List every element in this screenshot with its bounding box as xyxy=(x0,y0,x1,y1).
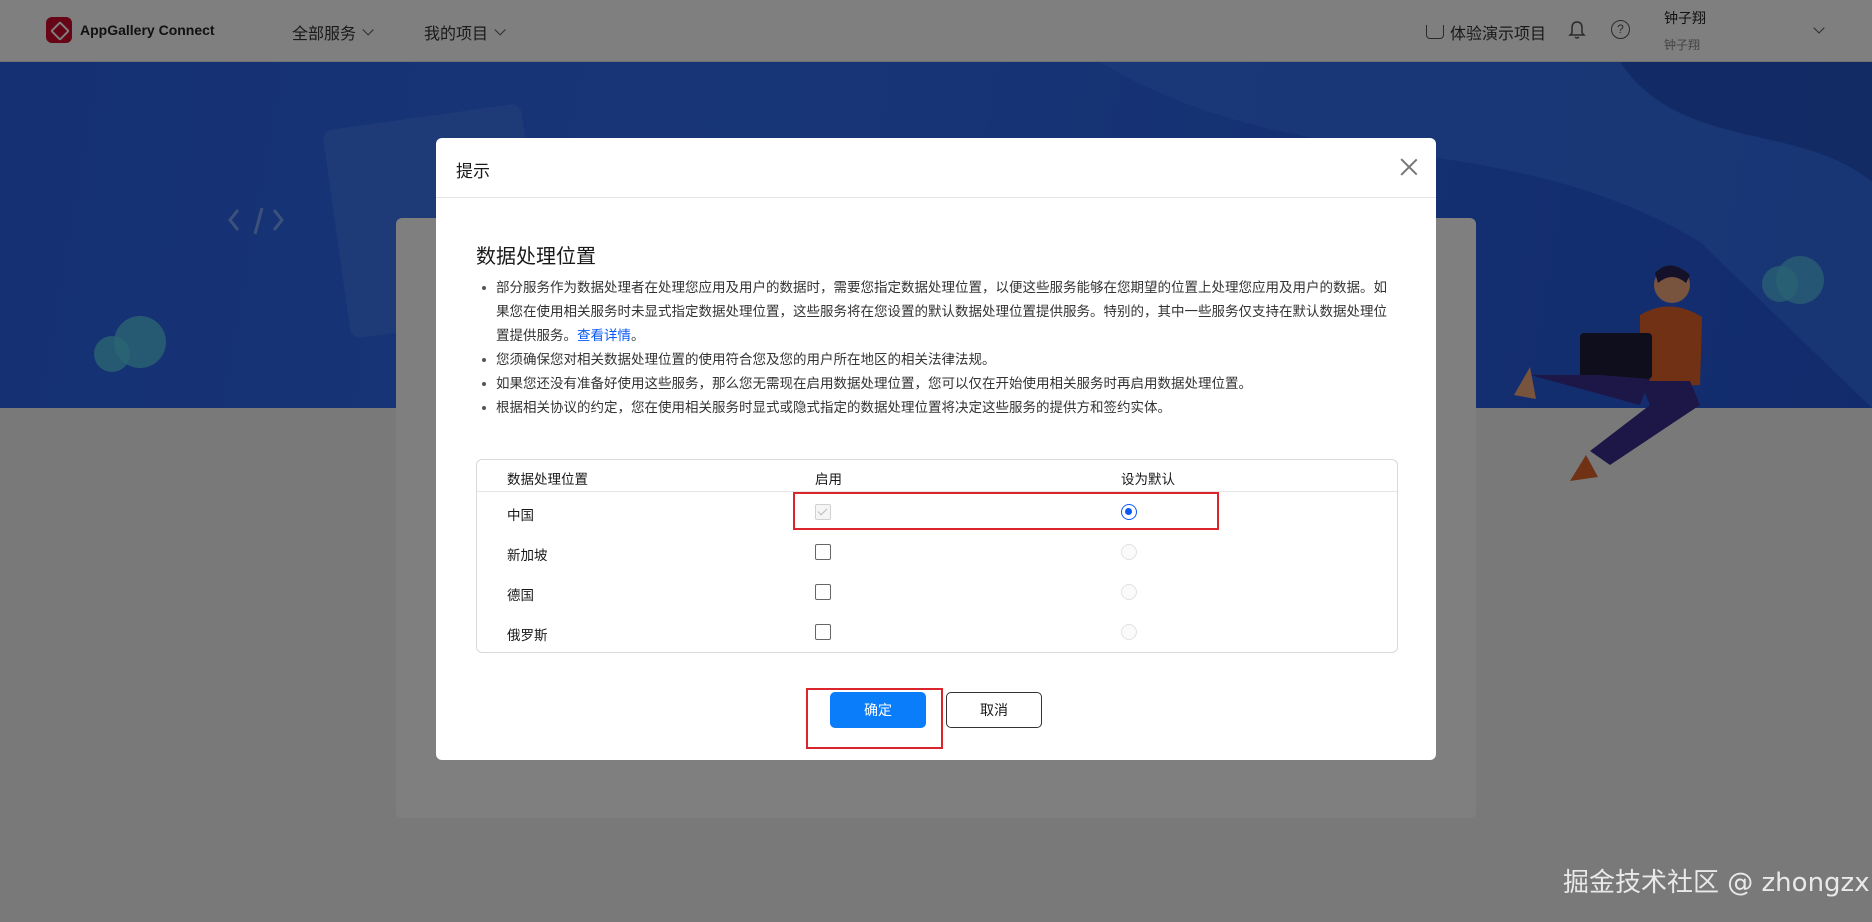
default-radio xyxy=(1121,584,1137,600)
region-name: 新加坡 xyxy=(507,548,548,564)
enable-checkbox[interactable] xyxy=(815,544,831,560)
details-link[interactable]: 查看详情 xyxy=(577,328,631,344)
table-row: 新加坡 xyxy=(477,532,1397,572)
region-table: 数据处理位置 启用 设为默认 中国 新加坡 德国 俄罗斯 xyxy=(476,459,1398,653)
notes-list: 部分服务作为数据处理者在处理您应用及用户的数据时，需要您指定数据处理位置，以便这… xyxy=(476,276,1398,420)
note-item: 根据相关协议的约定，您在使用相关服务时显式或隐式指定的数据处理位置将决定这些服务… xyxy=(476,396,1398,420)
watermark-text: 掘金技术社区 @ zhongzx xyxy=(1563,868,1870,898)
region-name: 中国 xyxy=(507,508,534,524)
data-location-dialog: 提示 数据处理位置 部分服务作为数据处理者在处理您应用及用户的数据时，需要您指定… xyxy=(436,138,1436,760)
table-row: 德国 xyxy=(477,572,1397,612)
table-row: 中国 xyxy=(477,492,1397,532)
ok-button[interactable]: 确定 xyxy=(830,692,926,728)
note-period: 。 xyxy=(631,328,645,344)
section-title: 数据处理位置 xyxy=(476,244,596,268)
header-location: 数据处理位置 xyxy=(507,472,588,488)
region-name: 德国 xyxy=(507,588,534,604)
dialog-header: 提示 xyxy=(436,138,1436,198)
dialog-title: 提示 xyxy=(456,162,490,182)
note-item: 如果您还没有准备好使用这些服务，那么您无需现在启用数据处理位置，您可以仅在开始使… xyxy=(476,372,1398,396)
region-name: 俄罗斯 xyxy=(507,628,548,644)
header-default: 设为默认 xyxy=(1121,472,1175,488)
note-item: 您须确保您对相关数据处理位置的使用符合您及您的用户所在地区的相关法律法规。 xyxy=(476,348,1398,372)
table-row: 俄罗斯 xyxy=(477,612,1397,652)
table-header: 数据处理位置 启用 设为默认 xyxy=(477,460,1397,492)
close-icon[interactable] xyxy=(1400,158,1418,176)
enable-checkbox xyxy=(815,504,831,520)
enable-checkbox[interactable] xyxy=(815,624,831,640)
header-enable: 启用 xyxy=(815,472,842,488)
note-item: 部分服务作为数据处理者在处理您应用及用户的数据时，需要您指定数据处理位置，以便这… xyxy=(476,276,1398,348)
default-radio xyxy=(1121,624,1137,640)
cancel-button[interactable]: 取消 xyxy=(946,692,1042,728)
enable-checkbox[interactable] xyxy=(815,584,831,600)
default-radio[interactable] xyxy=(1121,504,1137,520)
default-radio xyxy=(1121,544,1137,560)
